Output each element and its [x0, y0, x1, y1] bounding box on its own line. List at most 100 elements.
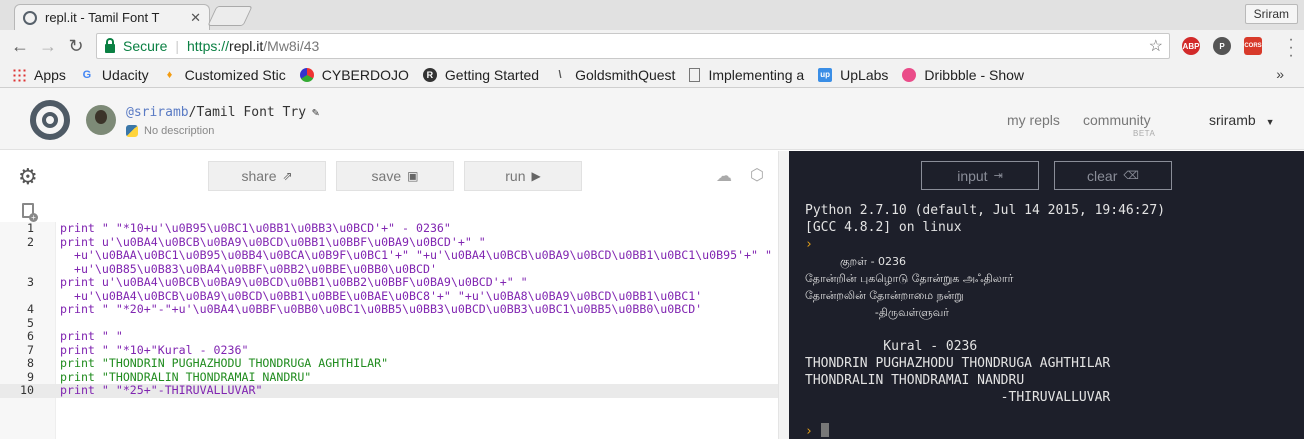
line-number: 5 — [27, 315, 34, 330]
profile-button[interactable]: Sriram — [1244, 4, 1298, 24]
omnibox-separator: | — [175, 38, 179, 54]
console-input-line[interactable]: › — [805, 423, 1165, 439]
back-arrow-icon[interactable]: ← — [8, 35, 32, 57]
input-button[interactable]: input ⇥ — [921, 161, 1039, 190]
console-line: [GCC 4.8.2] on linux — [805, 220, 962, 235]
package-icon[interactable]: ⬡ — [750, 165, 764, 185]
code-line: 9 print "THONDRALIN THONDRAMAI NANDRU" — [0, 369, 778, 385]
browser-menu-icon[interactable]: · · · — [1288, 32, 1294, 64]
address-bar[interactable]: Secure | https:// repl.it /Mw8i/43 ☆ — [96, 33, 1170, 59]
dribbble-icon — [902, 67, 917, 82]
line-number: 4 — [27, 302, 34, 316]
description-text[interactable]: No description — [144, 125, 214, 137]
bookmark-goldsmithquest[interactable]: \ GoldsmithQuest — [553, 67, 676, 83]
bookmarks-overflow-icon[interactable]: » — [1276, 66, 1284, 82]
uplabs-icon: up — [818, 67, 833, 82]
lock-icon — [105, 37, 115, 53]
community-link[interactable]: community — [1083, 112, 1151, 128]
input-icon: ⇥ — [993, 170, 1003, 182]
save-label: save — [371, 168, 402, 184]
text-cursor — [820, 423, 829, 437]
browser-tabstrip: repl.it - Tamil Font T ✕ Sriram — [0, 0, 1304, 30]
code-text: print " "*10+"Kural - 0236" — [60, 342, 249, 357]
bookmark-getting-started[interactable]: R Getting Started — [422, 67, 539, 83]
avatar[interactable] — [86, 105, 116, 135]
code-text: print " "*25+"-THIRUVALLUVAR" — [60, 383, 263, 397]
repl-owner-link[interactable]: @sriramb — [126, 105, 189, 120]
apps-grid-icon — [12, 67, 26, 82]
adblock-extension-icon[interactable]: ABP — [1182, 37, 1200, 55]
gear-icon[interactable]: ⚙ — [18, 164, 38, 190]
bookmark-cyberdojo[interactable]: CYBERDOJO — [299, 66, 409, 83]
console-line: THONDRIN PUGHAZHODU THONDRUGA AGHTHILAR — [805, 356, 1111, 371]
repl-description: No description — [126, 125, 214, 137]
line-number: 1 — [27, 221, 34, 235]
bookmark-dribbble[interactable]: Dribbble - Show — [902, 67, 1024, 83]
secure-label: Secure — [123, 38, 168, 54]
bookmark-star-icon[interactable]: ☆ — [1149, 36, 1163, 56]
url-host: repl.it — [229, 38, 264, 54]
python-icon — [126, 125, 138, 137]
code-text: +u'\u0BA4\u0BCB\u0BA9\u0BCD\u0BB1\u0BBE\… — [60, 288, 703, 303]
reload-icon[interactable]: ↻ — [64, 35, 88, 57]
new-tab-button[interactable] — [207, 6, 253, 26]
code-text: +u'\u0BAA\u0BC1\u0B95\u0BB4\u0BCA\u0B9F\… — [60, 248, 772, 262]
code-text: print " "*10+u'\u0B95\u0BC1\u0BB1\u0BB3\… — [60, 221, 451, 235]
bookmark-udacity[interactable]: G Udacity — [80, 67, 149, 83]
pinterest-extension-icon[interactable]: P — [1213, 37, 1231, 55]
line-number: 8 — [27, 356, 34, 370]
repl-title: @sriramb/Tamil Font Try ✎ — [126, 105, 319, 120]
bookmark-uplabs[interactable]: up UpLabs — [818, 67, 888, 83]
line-number: 2 — [27, 234, 34, 249]
console-line: -THIRUVALLUVAR — [805, 390, 1111, 405]
beta-badge: BETA — [1133, 129, 1156, 138]
bookmark-customized-stic[interactable]: ♦ Customized Stic — [163, 67, 286, 83]
clear-label: clear — [1087, 167, 1118, 184]
bookmark-label: CYBERDOJO — [321, 66, 409, 83]
console-line: Kural - 0236 — [805, 339, 978, 354]
user-menu[interactable]: sriramb ▼ — [1209, 112, 1274, 128]
repl-favicon-icon — [23, 10, 37, 25]
code-text: print u'\u0BA4\u0BCB\u0BA9\u0BCD\u0BB1\u… — [60, 234, 486, 249]
username: sriramb — [1209, 112, 1256, 128]
save-button[interactable]: save ▣ — [336, 161, 454, 191]
cloud-upload-icon[interactable]: ☁ — [716, 166, 732, 186]
console-line: Python 2.7.10 (default, Jul 14 2015, 19:… — [805, 203, 1166, 218]
code-line: 8 print "THONDRIN PUGHAZHODU THONDRUGA AG… — [0, 356, 778, 371]
share-button[interactable]: share ⇗ — [208, 161, 326, 191]
floppy-icon: ▣ — [407, 169, 419, 183]
pane-resize-handle[interactable] — [778, 151, 789, 439]
replit-logo-icon[interactable] — [30, 100, 70, 140]
new-file-icon[interactable] — [22, 203, 38, 222]
close-tab-icon[interactable]: ✕ — [190, 10, 201, 26]
repl-name: /Tamil Font Try — [188, 105, 307, 120]
clear-button[interactable]: clear ⌫ — [1054, 161, 1172, 190]
browser-tab[interactable]: repl.it - Tamil Font T ✕ — [14, 4, 210, 30]
slash-icon: \ — [558, 68, 562, 81]
bookmark-label: Apps — [34, 66, 66, 83]
bookmark-label: Implementing a — [708, 66, 805, 83]
code-line: +u'\u0B85\u0B83\u0BA4\u0BBF\u0BB2\u0BBE\… — [0, 262, 778, 277]
line-number: 3 — [27, 275, 34, 289]
forward-arrow-icon[interactable]: → — [36, 35, 60, 57]
pencil-icon[interactable]: ✎ — [312, 105, 319, 119]
my-repls-link[interactable]: my repls — [1007, 112, 1060, 128]
run-button[interactable]: run ▶ — [464, 161, 582, 191]
udacity-icon: G — [82, 68, 92, 81]
code-text: print " " — [60, 329, 123, 343]
line-number: 9 — [27, 369, 34, 384]
prompt-icon: › — [805, 237, 813, 252]
code-line: +u'\u0BAA\u0BC1\u0B95\u0BB4\u0BCA\u0B9F\… — [0, 248, 778, 263]
code-line: 3 print u'\u0BA4\u0BCB\u0BA9\u0BCD\u0BB1\… — [0, 275, 778, 290]
code-text: print "THONDRALIN THONDRAMAI NANDRU" — [60, 369, 312, 384]
url-path: /Mw8i/43 — [263, 38, 320, 54]
line-number: 7 — [27, 342, 34, 357]
code-editor[interactable]: 1 print " "*10+u'\u0B95\u0BC1\u0BB1\u0BB3… — [0, 221, 778, 398]
console-line: தோன்றலின் தோன்றாமை நன்று — [805, 289, 964, 302]
code-line: 5 — [0, 315, 778, 331]
code-text: print " "*20+"-"+u'\u0BA4\u0BBF\u0BB0\u0… — [60, 302, 703, 316]
bookmark-implementing[interactable]: Implementing a — [689, 67, 804, 83]
cors-extension-icon[interactable]: CORS — [1244, 37, 1262, 55]
bookmark-apps[interactable]: Apps — [12, 67, 66, 83]
